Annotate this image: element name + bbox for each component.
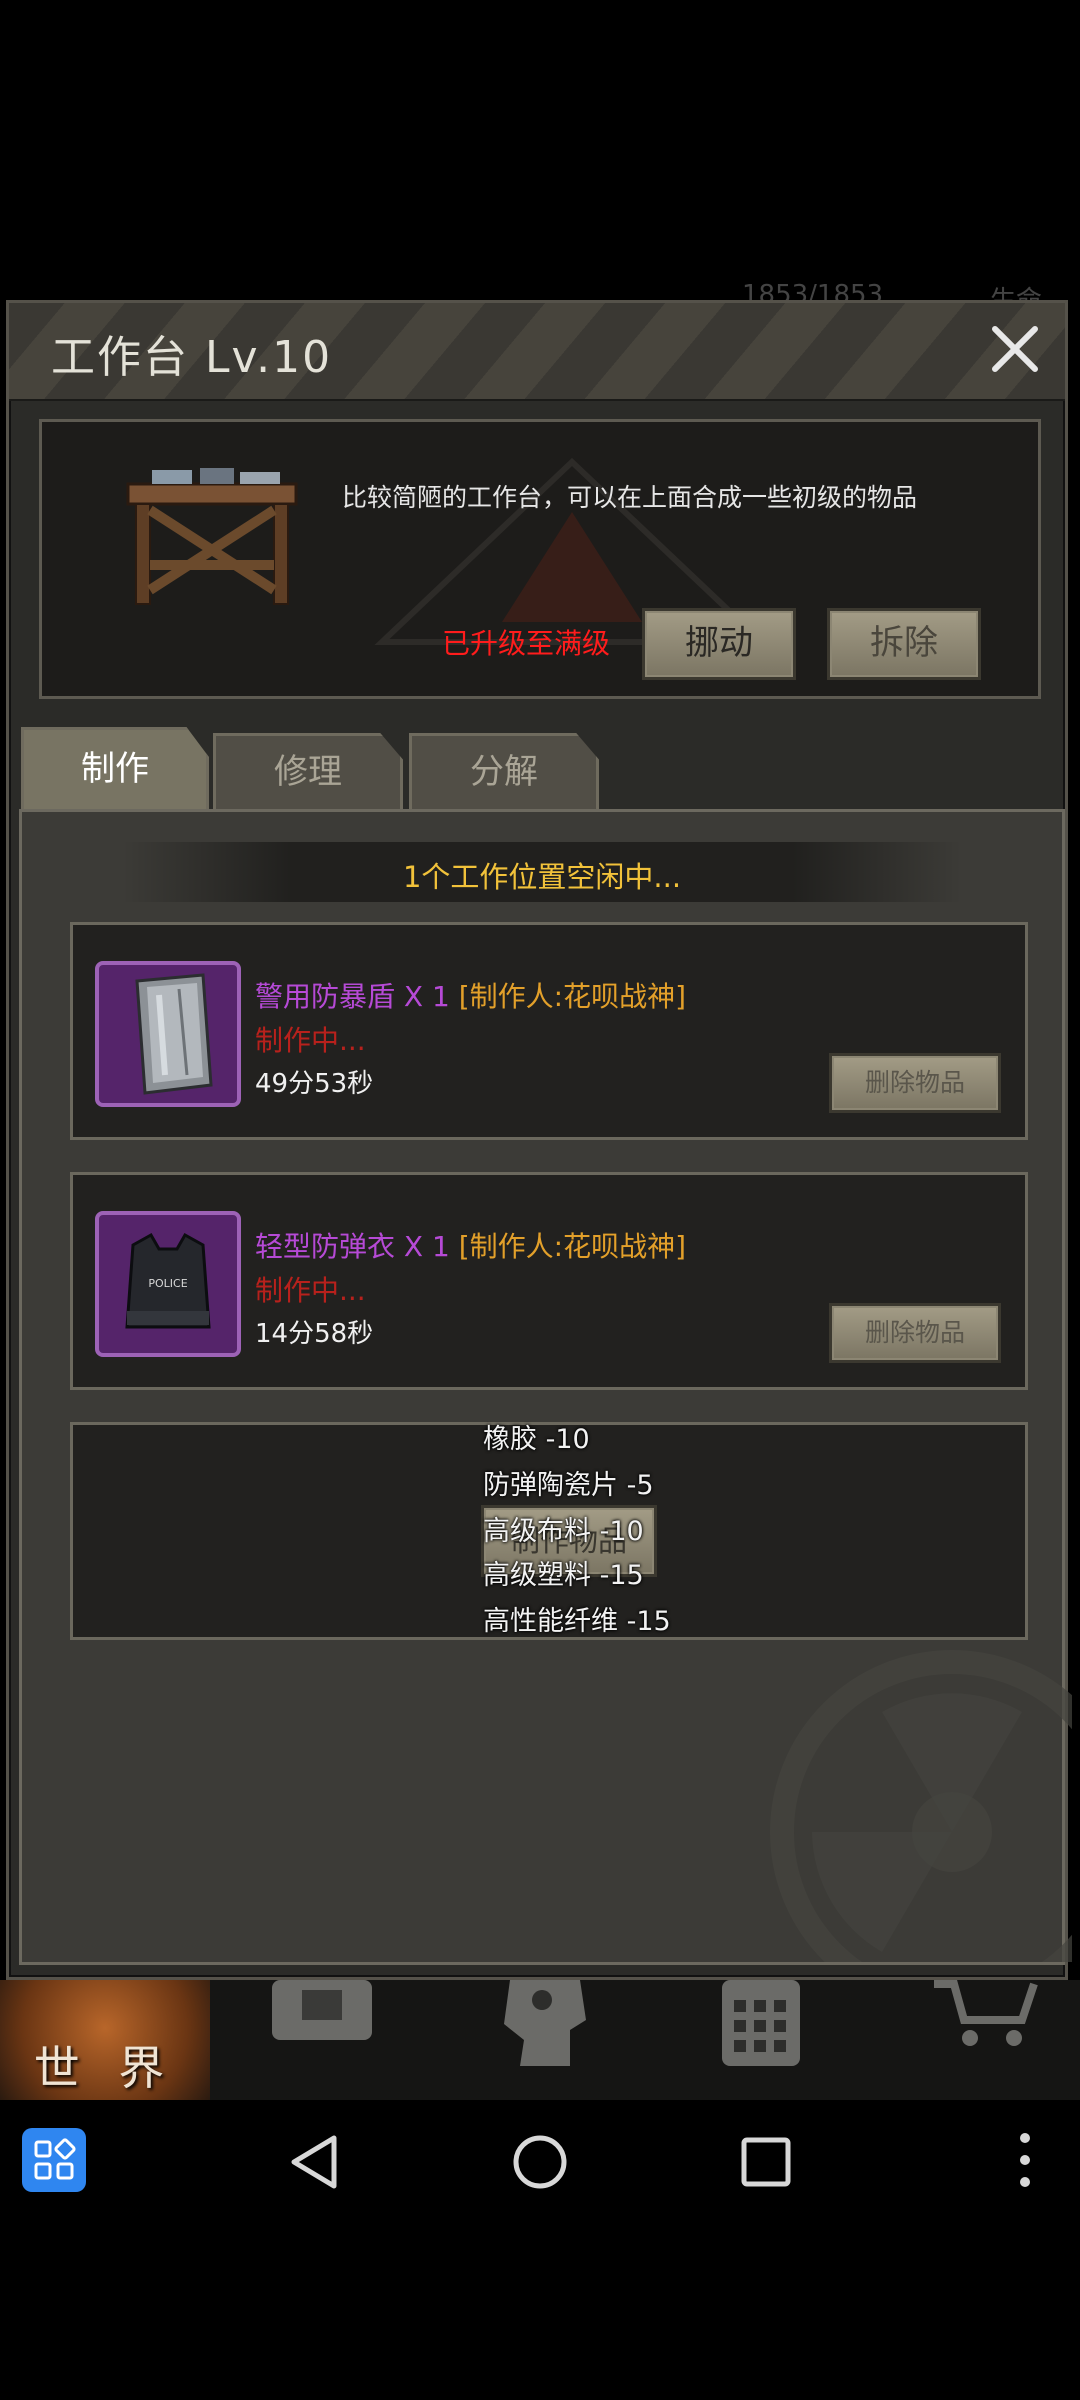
item-quantity: X 1: [403, 980, 450, 1013]
home-nav-icon[interactable]: [510, 2132, 570, 2192]
dismantle-building-button[interactable]: 拆除: [827, 608, 981, 680]
item-maker: [制作人:花呗战神]: [458, 980, 687, 1013]
tab-repair[interactable]: 修理: [213, 733, 403, 809]
shop-cart-icon[interactable]: [930, 1980, 1040, 2050]
back-nav-icon[interactable]: [286, 2132, 342, 2192]
time-remaining: 14分58秒: [255, 1319, 374, 1349]
max-level-status: 已升级至满级: [442, 627, 611, 660]
item-name: 轻型防弹衣: [255, 1230, 396, 1263]
skills-head-icon[interactable]: [490, 1980, 600, 2070]
move-button[interactable]: 挪动: [642, 608, 796, 680]
material-cost: 防弹陶瓷片 -5: [483, 1470, 654, 1501]
close-icon: [992, 326, 1038, 372]
title-bar: 工作台 Lv.10: [9, 303, 1065, 401]
crafting-state: 制作中...: [255, 1024, 366, 1057]
delete-item-button[interactable]: 删除物品: [829, 1303, 1001, 1363]
material-cost: 高级塑料 -15: [483, 1560, 644, 1591]
workbench-dialog: 工作台 Lv.10 比较简陋的工作台，可以在上面合成一些初级的物品 已升级至满级…: [6, 300, 1072, 1980]
workbench-info-panel: 比较简陋的工作台，可以在上面合成一些初级的物品 已升级至满级 挪动 拆除: [39, 419, 1041, 699]
vest-police-text: POLICE: [148, 1277, 187, 1290]
grid-icon: [34, 2138, 76, 2180]
menu-world[interactable]: 世 界: [0, 1980, 210, 2100]
workbench-description: 比较简陋的工作台，可以在上面合成一些初级的物品: [342, 483, 918, 512]
crafting-state: 制作中...: [255, 1274, 366, 1307]
item-name-line: 警用防暴盾 X 1 [制作人:花呗战神]: [255, 975, 686, 1015]
app-drawer-button[interactable]: [22, 2128, 86, 2192]
bulletproof-vest-icon: POLICE: [125, 1232, 211, 1329]
material-cost: 高级布料 -10: [483, 1516, 644, 1547]
delete-item-button[interactable]: 删除物品: [829, 1053, 1001, 1113]
backpack-icon[interactable]: [262, 1980, 382, 2060]
slot-status-text: 1个工作位置空闲中...: [402, 860, 682, 894]
dialog-title: 工作台 Lv.10: [51, 332, 333, 383]
close-button[interactable]: [983, 317, 1047, 381]
crafting-slot: POLICE 轻型防弹衣 X 1 [制作人:花呗战神] 制作中... 14分58…: [70, 1172, 1028, 1390]
item-frame: POLICE: [95, 1211, 241, 1357]
more-vertical-icon[interactable]: [1010, 2128, 1040, 2192]
recents-nav-icon[interactable]: [736, 2132, 796, 2192]
item-name: 警用防暴盾: [255, 980, 396, 1013]
tab-dismantle[interactable]: 分解: [409, 733, 599, 809]
material-cost: 橡胶 -10: [483, 1424, 590, 1455]
riot-shield-icon: [135, 973, 213, 1095]
item-maker: [制作人:花呗战神]: [458, 1230, 687, 1263]
crafting-slot: 警用防暴盾 X 1 [制作人:花呗战神] 制作中... 49分53秒 删除物品: [70, 922, 1028, 1140]
item-frame: [95, 961, 241, 1107]
game-bottom-menu: 世 界: [0, 1980, 1080, 2100]
item-name-line: 轻型防弹衣 X 1 [制作人:花呗战神]: [255, 1225, 686, 1265]
empty-crafting-slot: 制作物品 橡胶 -10 防弹陶瓷片 -5 高级布料 -10 高级塑料 -15 高…: [70, 1422, 1028, 1640]
item-quantity: X 1: [403, 1230, 450, 1263]
craft-content-panel: 1个工作位置空闲中... 警用防暴盾 X 1 [制作人:花呗战神] 制作中...…: [19, 809, 1072, 1965]
radiation-watermark: [770, 1650, 1072, 1962]
time-remaining: 49分53秒: [255, 1069, 374, 1099]
system-nav-bar: [0, 2100, 1080, 2220]
menu-world-label: 世 界: [33, 2041, 177, 2095]
background: [0, 0, 1080, 300]
material-cost: 高性能纤维 -15: [483, 1606, 671, 1637]
calculator-icon[interactable]: [716, 1980, 806, 2070]
workbench-icon: [126, 468, 298, 605]
tab-craft[interactable]: 制作: [21, 727, 209, 813]
bottom-black-area: [0, 2220, 1080, 2400]
